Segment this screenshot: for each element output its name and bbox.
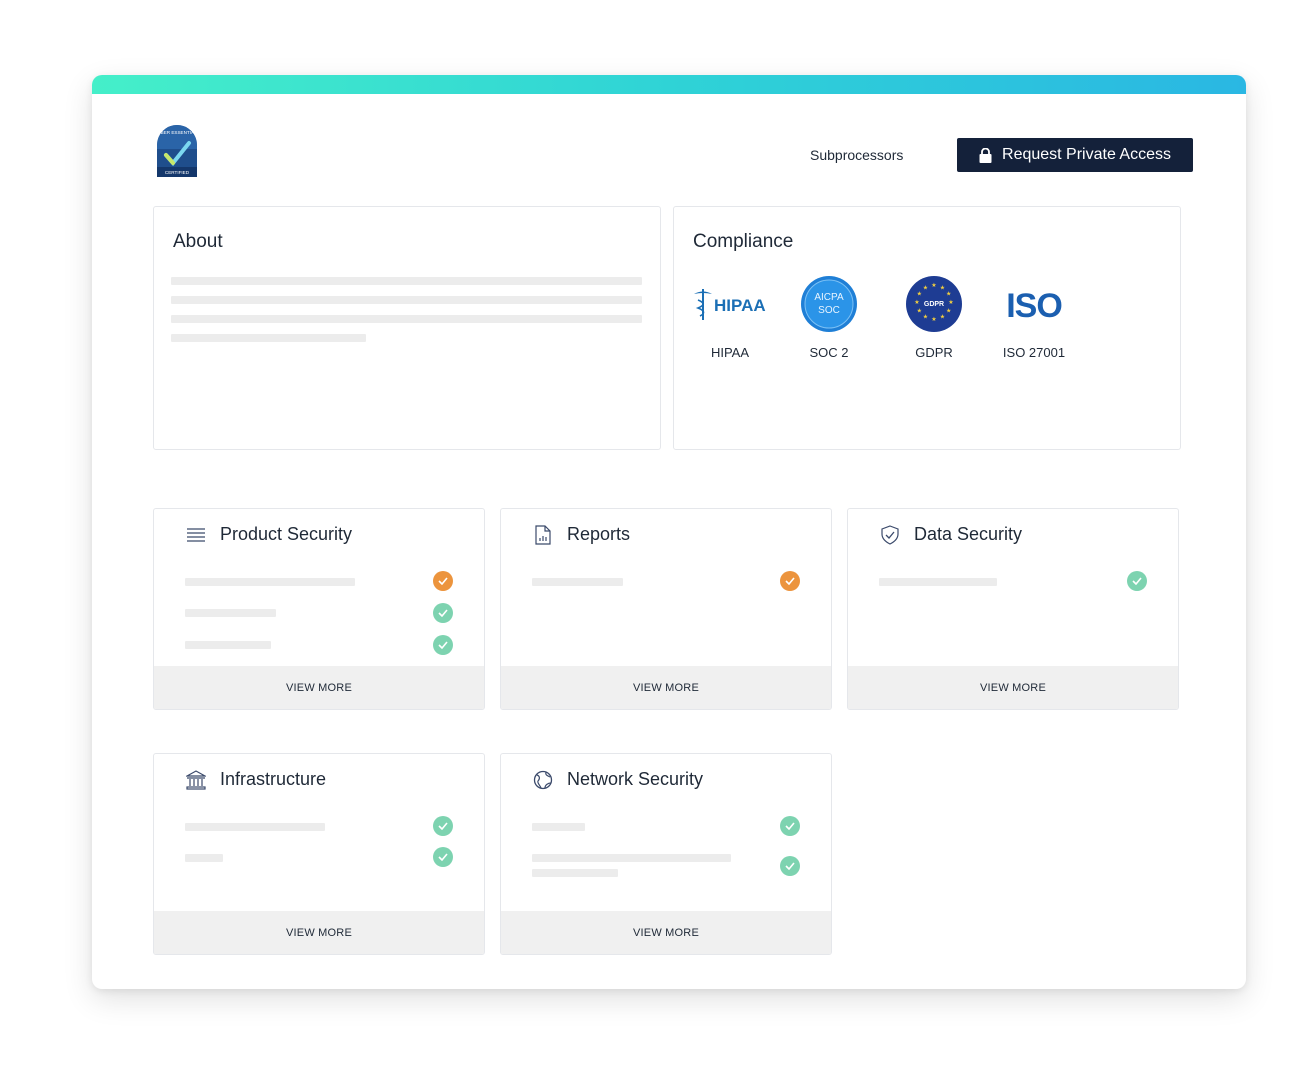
placeholder-line [532, 578, 623, 586]
hipaa-logo: HIPAA [694, 289, 766, 320]
placeholder-line [532, 823, 585, 831]
compliance-title: Compliance [693, 231, 794, 252]
status-check-icon [433, 603, 453, 623]
card-data-security: Data Security VIEW MORE [847, 508, 1179, 710]
soc-logo-text: SOC [818, 305, 840, 316]
card-reports: Reports VIEW MORE [500, 508, 832, 710]
svg-text:★: ★ [914, 299, 919, 306]
placeholder-line [185, 578, 355, 586]
card-title: Infrastructure [220, 769, 327, 789]
about-placeholder-line [171, 277, 642, 285]
cyber-essentials-logo: CYBER ESSENTIALS CERTIFIED [154, 125, 200, 177]
shield-check-icon [880, 524, 900, 545]
card-title: Data Security [914, 524, 1023, 544]
document-chart-icon [533, 524, 553, 545]
placeholder-line [185, 854, 223, 862]
svg-text:★: ★ [946, 291, 951, 298]
about-placeholder-line [171, 315, 642, 323]
badge-label-hipaa: HIPAA [710, 345, 750, 360]
status-check-icon [433, 847, 453, 867]
svg-text:★: ★ [940, 314, 945, 321]
svg-text:★: ★ [923, 314, 928, 321]
trust-center-window: CYBER ESSENTIALS CERTIFIED Subprocessors… [92, 75, 1246, 989]
hipaa-badge[interactable]: HIPAA HIPAA [685, 275, 775, 360]
placeholder-line [185, 609, 276, 617]
card-title: Reports [567, 524, 631, 544]
svg-text:★: ★ [931, 282, 936, 289]
status-check-icon [433, 816, 453, 836]
svg-text:★: ★ [948, 299, 953, 306]
card-product-security: Product Security VIEW MORE [153, 508, 485, 710]
badge-label-iso: ISO 27001 [1002, 345, 1066, 360]
soc2-badge[interactable]: AICPA SOC SOC 2 [784, 275, 874, 360]
card-infrastructure: Infrastructure VIEW MORE [153, 753, 485, 955]
globe-icon [533, 770, 553, 790]
view-more-button[interactable]: VIEW MORE [501, 911, 831, 954]
gdpr-badge[interactable]: ★ ★ ★ ★ ★ ★ ★ ★ ★ ★ ★ ★ GDPR GDPR [889, 275, 979, 360]
card-title: Network Security [567, 769, 704, 789]
placeholder-line [879, 578, 997, 586]
placeholder-line [532, 854, 731, 862]
iso-logo: ISO [1006, 287, 1063, 321]
hipaa-logo-text: HIPAA [714, 296, 766, 315]
view-more-button[interactable]: VIEW MORE [848, 666, 1178, 709]
about-panel: About [153, 206, 661, 450]
card-network-security: Network Security VIEW MORE [500, 753, 832, 955]
aicpa-logo-text: AICPA [814, 292, 844, 303]
svg-text:★: ★ [923, 284, 928, 291]
accent-bar [92, 75, 1246, 94]
list-icon [186, 525, 206, 545]
view-more-button[interactable]: VIEW MORE [154, 666, 484, 709]
view-more-button[interactable]: VIEW MORE [154, 911, 484, 954]
request-private-access-button[interactable]: Request Private Access [957, 138, 1193, 172]
about-placeholder-line [171, 296, 642, 304]
subprocessors-link[interactable]: Subprocessors [810, 147, 903, 163]
placeholder-line [185, 823, 325, 831]
status-check-icon [780, 571, 800, 591]
status-check-icon [780, 856, 800, 876]
gdpr-logo-text: GDPR [924, 301, 944, 308]
lock-icon [979, 147, 992, 163]
status-check-icon [433, 571, 453, 591]
status-check-icon [780, 816, 800, 836]
svg-text:★: ★ [931, 316, 936, 323]
gdpr-logo: ★ ★★ ★★★ ★★★ ★★★ GDPR [906, 276, 962, 332]
badge-label-gdpr: GDPR [915, 345, 953, 360]
logo-text-top: CYBER ESSENTIALS [154, 130, 199, 135]
placeholder-line [532, 869, 618, 877]
svg-text:★: ★ [940, 284, 945, 291]
card-title: Product Security [220, 524, 353, 544]
iso-badge[interactable]: ISO ISO 27001 [989, 275, 1079, 360]
request-access-label: Request Private Access [1002, 146, 1171, 163]
badge-label-soc2: SOC 2 [809, 345, 849, 360]
status-check-icon [1127, 571, 1147, 591]
placeholder-line [185, 641, 271, 649]
building-icon [186, 769, 206, 790]
logo-text-bottom: CERTIFIED [165, 170, 190, 175]
svg-text:★: ★ [917, 308, 922, 315]
compliance-panel: Compliance HIPAA HIPAA AICPA SOC SOC 2 ★… [673, 206, 1181, 450]
about-title: About [173, 231, 223, 252]
aicpa-soc-logo: AICPA SOC [801, 276, 857, 332]
svg-text:★: ★ [917, 291, 922, 298]
about-placeholder-line [171, 334, 366, 342]
view-more-button[interactable]: VIEW MORE [501, 666, 831, 709]
svg-text:★: ★ [946, 308, 951, 315]
status-check-icon [433, 635, 453, 655]
iso-logo-text: ISO [1006, 287, 1062, 321]
